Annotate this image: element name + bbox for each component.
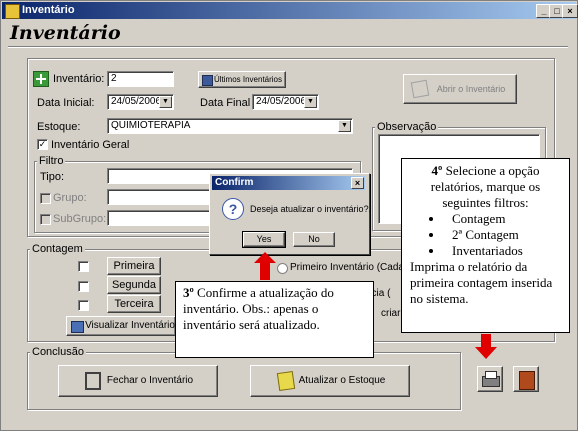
dialog-no-button[interactable]: No xyxy=(293,232,335,247)
inventario-geral-checkbox[interactable]: ✓ xyxy=(37,139,48,150)
subgrupo-field[interactable] xyxy=(107,210,213,226)
inventario-geral-label: Inventário Geral xyxy=(51,139,130,151)
primeiro-inventario-radio[interactable] xyxy=(277,263,288,274)
data-inicial-label: Data Inicial: xyxy=(37,97,95,109)
data-final-label: Data Final xyxy=(200,97,251,109)
arrow-down-icon xyxy=(475,347,497,359)
data-final-picker[interactable]: 24/05/2006 ▼ xyxy=(252,94,319,110)
visualizar-inventario-label: Visualizar Inventário xyxy=(85,320,175,331)
grupo-field[interactable] xyxy=(107,189,213,205)
door-icon xyxy=(519,371,535,390)
dialog-title: Confirm xyxy=(215,177,254,188)
chevron-down-icon[interactable]: ▼ xyxy=(159,96,172,108)
segunda-checkbox[interactable] xyxy=(78,281,89,292)
cabinet-icon xyxy=(85,372,101,390)
primeira-button[interactable]: Primeira xyxy=(107,257,161,275)
chevron-down-icon[interactable]: ▼ xyxy=(338,120,351,132)
chevron-down-icon[interactable]: ▼ xyxy=(304,96,317,108)
open-icon xyxy=(410,79,430,99)
inventario-field[interactable]: 2 xyxy=(107,71,174,87)
estoque-select[interactable]: QUIMIOTERAPIA ▼ xyxy=(107,118,353,134)
exit-button[interactable] xyxy=(513,366,539,392)
window-title: Inventário xyxy=(22,4,75,16)
data-final-value: 24/05/2006 xyxy=(256,96,307,107)
subgrupo-checkbox[interactable] xyxy=(40,214,51,225)
grupo-label: Grupo: xyxy=(53,192,87,204)
printer-icon xyxy=(202,75,213,86)
segunda-button[interactable]: Segunda xyxy=(107,276,161,294)
abrir-inventario-button[interactable]: Abrir o Inventário xyxy=(403,74,517,104)
step-3-number: 3º xyxy=(183,285,194,300)
step-4-number: 4º xyxy=(431,163,443,178)
data-inicial-value: 24/05/2006 xyxy=(111,96,162,107)
data-inicial-picker[interactable]: 24/05/2006 ▼ xyxy=(107,94,174,110)
dialog-yes-button[interactable]: Yes xyxy=(242,231,286,248)
callout-step-4: 4º Selecione a opção relatórios, marque … xyxy=(401,158,570,333)
fechar-inventario-label: Fechar o Inventário xyxy=(106,375,194,386)
callout-step-3: 3º Confirme a atualização do inventário.… xyxy=(175,281,374,358)
filter-list: Contagem 2ª Contagem Inventariados xyxy=(410,211,561,259)
terceira-checkbox[interactable] xyxy=(78,300,89,311)
close-button[interactable]: × xyxy=(562,4,578,18)
fechar-inventario-button[interactable]: Fechar o Inventário xyxy=(58,365,218,397)
divider xyxy=(8,46,568,48)
list-item: Contagem xyxy=(444,211,561,227)
document-icon xyxy=(71,321,84,333)
atualizar-estoque-label: Atualizar o Estoque xyxy=(298,375,386,386)
contagem-title: Contagem xyxy=(30,243,85,255)
primeiro-inventario-label: Primeiro Inventário (Cadast xyxy=(290,262,412,273)
question-icon: ? xyxy=(222,198,244,220)
inventario-label: Inventário: xyxy=(53,73,105,85)
abrir-inventario-label: Abrir o Inventário xyxy=(436,84,506,94)
dialog-message: Deseja atualizar o inventário?. xyxy=(250,204,372,214)
dialog-close-button[interactable]: × xyxy=(351,177,364,189)
estoque-label: Estoque: xyxy=(37,121,81,133)
estoque-value: QUIMIOTERAPIA xyxy=(111,120,191,131)
visualizar-inventario-button[interactable]: Visualizar Inventário xyxy=(66,316,176,336)
step-4-intro: Selecione a opção relatórios, marque os … xyxy=(430,163,541,210)
observacao-label: Observação xyxy=(375,121,439,133)
terceira-button[interactable]: Terceira xyxy=(107,295,161,313)
arrow-down-shaft xyxy=(481,334,491,348)
grupo-checkbox[interactable] xyxy=(40,193,51,204)
arrow-up-shaft xyxy=(260,262,270,280)
app-icon xyxy=(5,4,20,19)
conclusao-title: Conclusão xyxy=(30,346,86,358)
partial-label-2: criar xyxy=(381,308,401,319)
filtro-title: Filtro xyxy=(37,155,66,167)
add-icon[interactable] xyxy=(33,71,49,87)
confirm-dialog: Confirm × ? Deseja atualizar o inventári… xyxy=(209,173,372,255)
step-4-outro: Imprima o relatório da primeira contagem… xyxy=(410,259,553,306)
ultimos-inventarios-label: Últimos Inventários xyxy=(213,75,283,84)
paper-icon xyxy=(485,371,497,379)
atualizar-estoque-button[interactable]: Atualizar o Estoque xyxy=(250,365,410,397)
primeira-checkbox[interactable] xyxy=(78,261,89,272)
page-title: Inventário xyxy=(10,22,121,44)
list-item: 2ª Contagem xyxy=(444,227,561,243)
dialog-title-bar: Confirm × xyxy=(212,176,365,190)
print-report-button[interactable] xyxy=(477,366,503,392)
subgrupo-label: SubGrupo: xyxy=(53,213,107,225)
title-bar: Inventário _ □ × xyxy=(2,2,578,19)
tipo-label: Tipo: xyxy=(40,171,65,183)
ultimos-inventarios-button[interactable]: Últimos Inventários xyxy=(198,71,286,88)
stock-icon xyxy=(276,370,296,392)
step-3-text: Confirme a atualização do inventário. Ob… xyxy=(183,285,334,332)
list-item: Inventariados xyxy=(444,243,561,259)
